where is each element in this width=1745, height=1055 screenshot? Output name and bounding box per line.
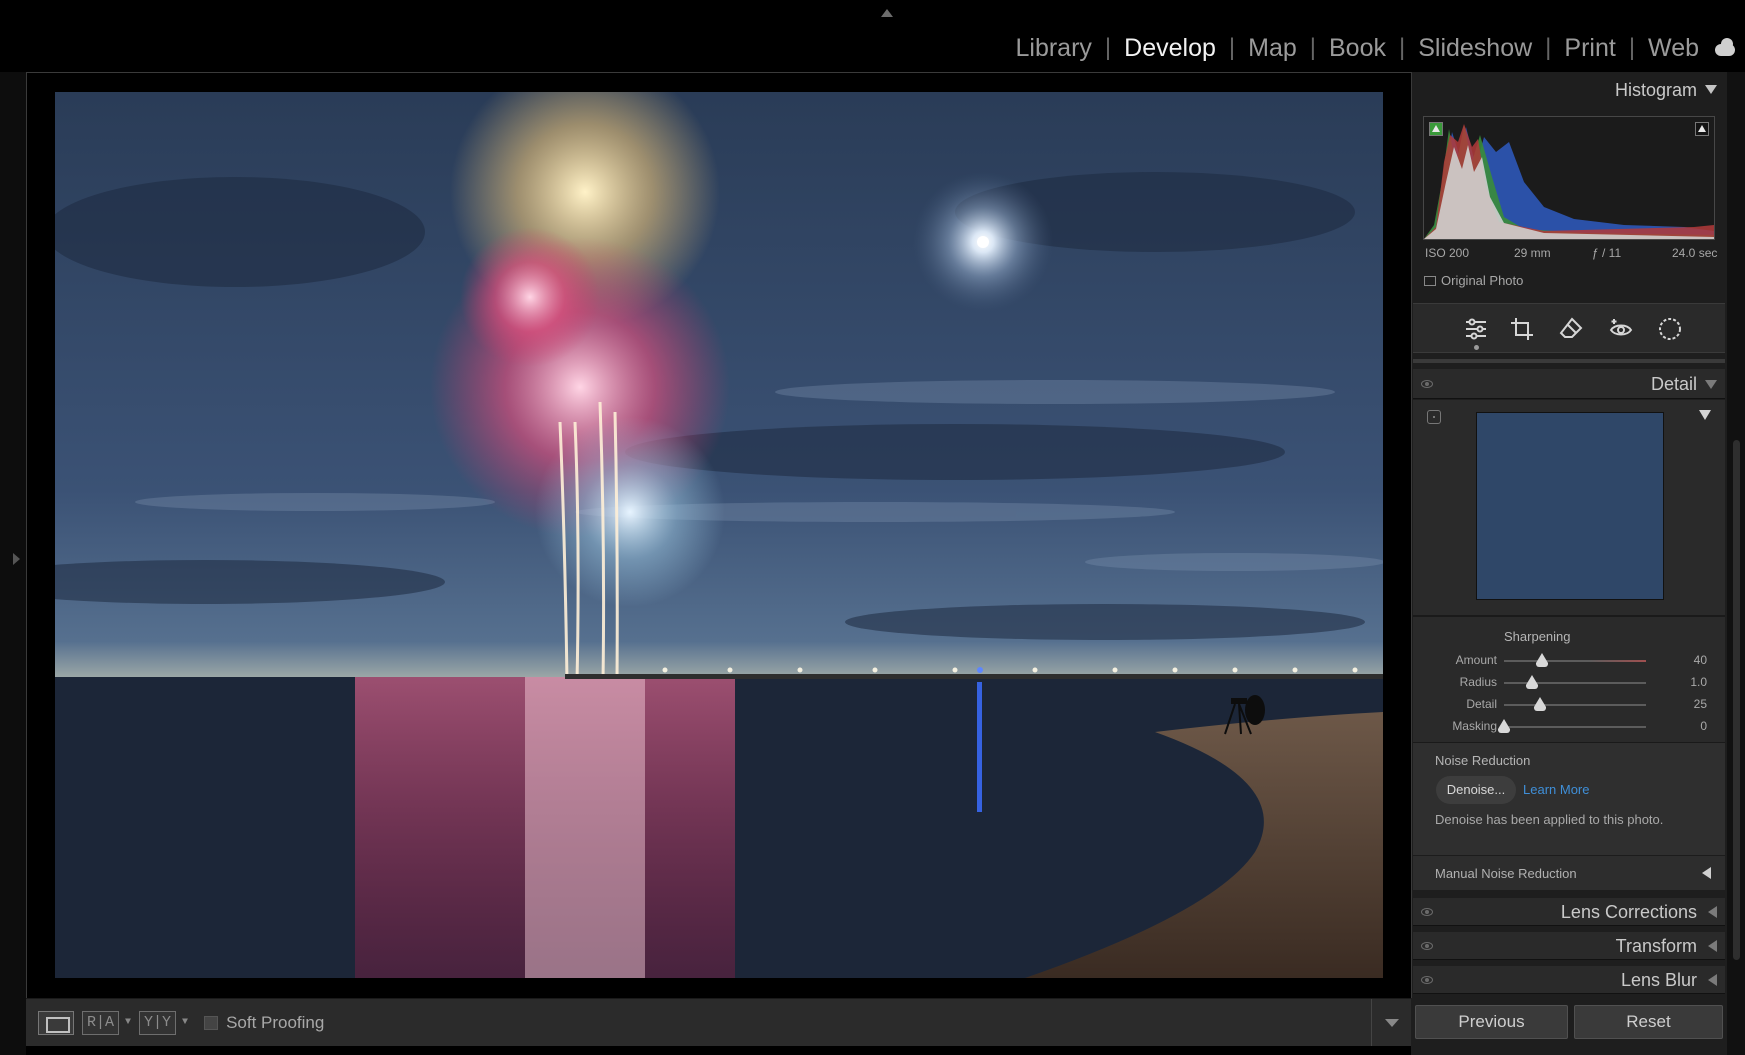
transform-title: Transform [1615, 936, 1697, 956]
previous-button[interactable]: Previous [1415, 1005, 1568, 1039]
expand-triangle-icon [1708, 974, 1717, 986]
histogram-title: Histogram [1614, 80, 1697, 100]
module-print[interactable]: Print [1562, 34, 1617, 63]
original-photo-label: Original Photo [1441, 273, 1524, 288]
histogram-graph[interactable] [1423, 116, 1715, 240]
masking-value[interactable]: 0 [1700, 719, 1707, 733]
photo-preview[interactable] [55, 92, 1383, 978]
chevron-down-icon [1384, 1019, 1399, 1027]
radius-value[interactable]: 1.0 [1690, 675, 1707, 689]
exif-aperture: ƒ / 11 [1592, 246, 1622, 260]
noise-reduction-title: Noise Reduction [1435, 753, 1531, 768]
lens-blur-header[interactable]: Lens Blur [1413, 966, 1725, 994]
loupe-view-button[interactable] [38, 1010, 74, 1035]
lens-corrections-header[interactable]: Lens Corrections [1413, 898, 1725, 926]
active-tool-indicator [1474, 345, 1479, 350]
crop-icon[interactable] [1509, 316, 1535, 342]
module-bar: Library | Develop | Map | Book | Slideshow | … [0, 0, 1745, 72]
radius-slider[interactable]: Radius 1.0 [1413, 672, 1725, 694]
slider-track[interactable] [1504, 660, 1646, 662]
exif-focal-length: 29 mm [1514, 246, 1551, 260]
develop-toolbar: R|A ▼ Y|Y ▼ Soft Proofing [26, 998, 1411, 1047]
shadow-clipping-toggle[interactable] [1429, 122, 1443, 136]
collapse-triangle-icon [1705, 380, 1717, 389]
eye-icon[interactable] [1421, 942, 1433, 950]
detail-header[interactable]: Detail [1413, 369, 1725, 399]
transform-header[interactable]: Transform [1413, 932, 1725, 960]
module-map[interactable]: Map [1246, 34, 1299, 63]
soft-proofing-checkbox[interactable] [204, 1015, 219, 1030]
eye-icon[interactable] [1421, 976, 1433, 984]
detail-zoom-preview[interactable] [1476, 412, 1664, 600]
collapse-top-panel-icon[interactable] [881, 9, 893, 17]
tool-strip [1413, 303, 1725, 353]
slider-track[interactable] [1504, 704, 1646, 706]
lens-corrections-title: Lens Corrections [1560, 902, 1697, 922]
soft-proofing-label: Soft Proofing [226, 1012, 325, 1032]
slider-thumb[interactable] [1533, 697, 1546, 711]
slider-thumb[interactable] [1526, 675, 1539, 689]
detail-title: Detail [1650, 374, 1697, 394]
redeye-icon[interactable] [1608, 316, 1634, 342]
module-slideshow[interactable]: Slideshow [1416, 34, 1534, 63]
detail-target-icon[interactable] [1427, 410, 1441, 424]
before-after-lr-dropdown-icon[interactable]: ▼ [125, 1017, 131, 1028]
original-photo-toggle[interactable]: Original Photo [1424, 273, 1523, 288]
edit-sliders-icon[interactable] [1463, 316, 1489, 342]
original-photo-checkbox[interactable] [1424, 275, 1436, 286]
amount-slider[interactable]: Amount 40 [1413, 650, 1725, 672]
detail-value[interactable]: 25 [1694, 697, 1707, 711]
manual-noise-reduction-label: Manual Noise Reduction [1435, 866, 1577, 881]
module-web[interactable]: Web [1646, 34, 1701, 63]
expand-left-panel-icon[interactable] [13, 553, 20, 565]
detail-slider[interactable]: Detail 25 [1413, 694, 1725, 716]
before-after-tb-button[interactable]: Y|Y [139, 1010, 177, 1035]
expand-triangle-icon [1702, 867, 1711, 879]
before-after-tb-dropdown-icon[interactable]: ▼ [182, 1017, 188, 1028]
collapse-triangle-icon [1705, 85, 1717, 94]
toolbar-options-button[interactable] [1371, 999, 1411, 1047]
lens-blur-title: Lens Blur [1620, 970, 1697, 990]
denoise-applied-text: Denoise has been applied to this photo. [1435, 812, 1664, 827]
module-develop[interactable]: Develop [1122, 34, 1218, 63]
manual-noise-reduction-header[interactable]: Manual Noise Reduction [1413, 855, 1725, 890]
scrollbar-thumb[interactable] [1733, 440, 1740, 960]
learn-more-link[interactable]: Learn More [1523, 782, 1589, 797]
module-book[interactable]: Book [1327, 34, 1388, 63]
amount-value[interactable]: 40 [1694, 653, 1707, 667]
eye-icon[interactable] [1421, 380, 1433, 388]
masking-slider[interactable]: Masking 0 [1413, 716, 1725, 738]
slider-track[interactable] [1504, 682, 1646, 684]
slider-track[interactable] [1504, 726, 1646, 728]
reset-button[interactable]: Reset [1574, 1005, 1723, 1039]
exif-shutter: 24.0 sec [1672, 246, 1718, 260]
module-library[interactable]: Library [1014, 34, 1094, 63]
expand-triangle-icon [1708, 940, 1717, 952]
masking-icon[interactable] [1657, 316, 1683, 342]
heal-eraser-icon[interactable] [1558, 316, 1584, 342]
preview-toggle-icon[interactable] [1699, 410, 1711, 420]
eye-icon[interactable] [1421, 908, 1433, 916]
cloud-sync-icon[interactable] [1713, 38, 1739, 58]
before-after-lr-button[interactable]: R|A [82, 1010, 120, 1035]
histogram-header[interactable]: Histogram [1413, 76, 1725, 102]
expand-triangle-icon [1708, 906, 1717, 918]
exif-iso: ISO 200 [1425, 246, 1470, 260]
highlight-clipping-toggle[interactable] [1695, 122, 1709, 136]
sharpening-title: Sharpening [1504, 629, 1571, 644]
module-picker: Library | Develop | Map | Book | Slideshow | … [1014, 30, 1745, 66]
denoise-button[interactable]: Denoise... [1436, 776, 1516, 804]
slider-thumb[interactable] [1535, 653, 1548, 667]
slider-thumb[interactable] [1498, 719, 1510, 733]
